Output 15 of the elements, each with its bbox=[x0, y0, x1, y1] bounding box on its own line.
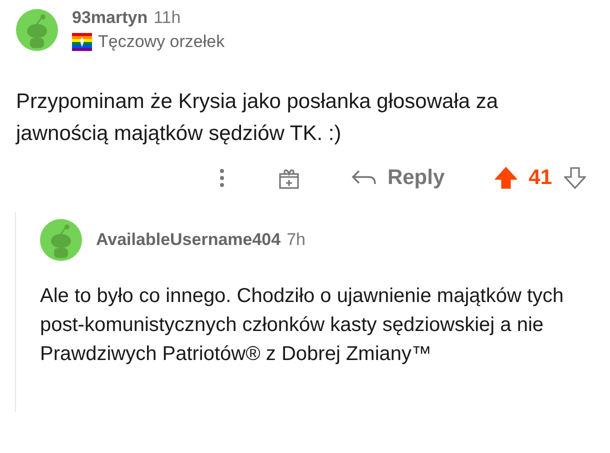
timestamp: 7h bbox=[286, 230, 306, 250]
username[interactable]: AvailableUsername404 bbox=[96, 230, 281, 250]
avatar-icon bbox=[40, 219, 82, 261]
upvote-icon[interactable] bbox=[494, 167, 517, 189]
rainbow-flag-icon bbox=[72, 33, 92, 51]
username[interactable]: 93martyn bbox=[72, 8, 148, 28]
user-flair: Tęczowy orzełek bbox=[98, 32, 225, 52]
vote-score: 41 bbox=[528, 166, 552, 190]
reply-button[interactable]: Reply bbox=[351, 166, 445, 190]
comment-text: Przypominam że Krysia jako posłanka głosowała za jawnością majątków sędziów TK. :) bbox=[14, 89, 500, 147]
timestamp: 11h bbox=[154, 8, 181, 28]
reply-text: Ale to było co innego. Chodziło o ujawnienie majątków tych post-komunistycznych członków kasty sędziowskiej a nie Prawdziwych Patriotów® z Dobrej Zmiany™ bbox=[39, 284, 565, 367]
downvote-icon[interactable] bbox=[564, 167, 586, 189]
avatar-icon bbox=[16, 9, 58, 51]
more-options-icon[interactable] bbox=[219, 168, 226, 188]
